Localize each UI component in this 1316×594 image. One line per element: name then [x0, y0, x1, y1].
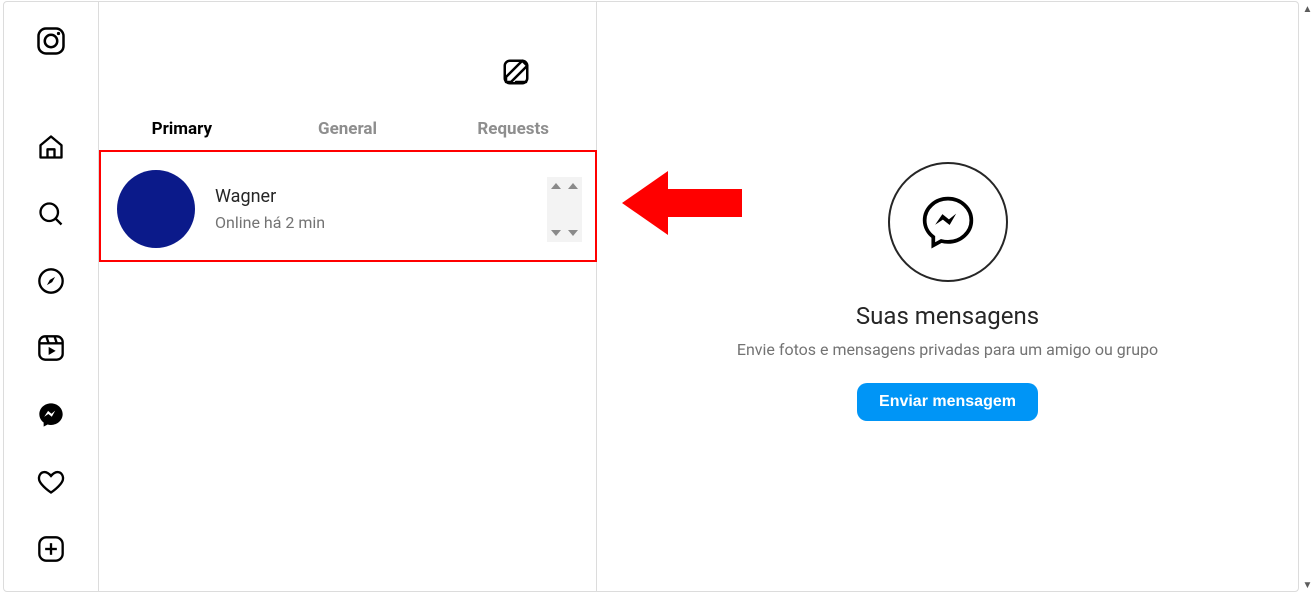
app-frame: Primary General Requests Wagner Online h…	[3, 1, 1299, 592]
page-scrollbar[interactable]: ▲ ▼	[1299, 1, 1316, 594]
nav-sidebar	[4, 2, 99, 591]
main-title: Suas mensagens	[856, 302, 1039, 330]
inbox-header	[99, 2, 596, 106]
tab-primary[interactable]: Primary	[99, 106, 265, 151]
send-message-button[interactable]: Enviar mensagem	[857, 383, 1038, 421]
thread-meta: Wagner Online há 2 min	[215, 186, 543, 232]
nav-notifications[interactable]	[25, 457, 77, 506]
thread-item[interactable]: Wagner Online há 2 min	[99, 152, 596, 266]
thread-subtext: Online há 2 min	[215, 213, 543, 232]
main-subtitle: Envie fotos e mensagens privadas para um…	[737, 340, 1158, 359]
compose-button[interactable]	[496, 52, 536, 92]
main-panel: Suas mensagens Envie fotos e mensagens p…	[597, 2, 1298, 591]
instagram-logo[interactable]	[36, 26, 66, 60]
nav-messages[interactable]	[25, 390, 77, 439]
tab-requests[interactable]: Requests	[430, 106, 596, 151]
thread-name: Wagner	[215, 186, 543, 207]
thread-list: Wagner Online há 2 min	[99, 152, 596, 591]
nav-create[interactable]	[25, 524, 77, 573]
scroll-up-icon[interactable]: ▲	[1299, 1, 1316, 18]
scroll-down-icon[interactable]: ▼	[1299, 577, 1316, 594]
tab-general[interactable]: General	[265, 106, 431, 151]
avatar	[117, 170, 195, 248]
nav-reels[interactable]	[25, 323, 77, 372]
messenger-hero-icon	[888, 162, 1008, 282]
inbox-tabs: Primary General Requests	[99, 106, 596, 152]
nav-home[interactable]	[25, 122, 77, 171]
nav-search[interactable]	[25, 189, 77, 238]
thread-hover-controls[interactable]	[547, 177, 582, 242]
nav-explore[interactable]	[25, 256, 77, 305]
inbox-panel: Primary General Requests Wagner Online h…	[99, 2, 597, 591]
